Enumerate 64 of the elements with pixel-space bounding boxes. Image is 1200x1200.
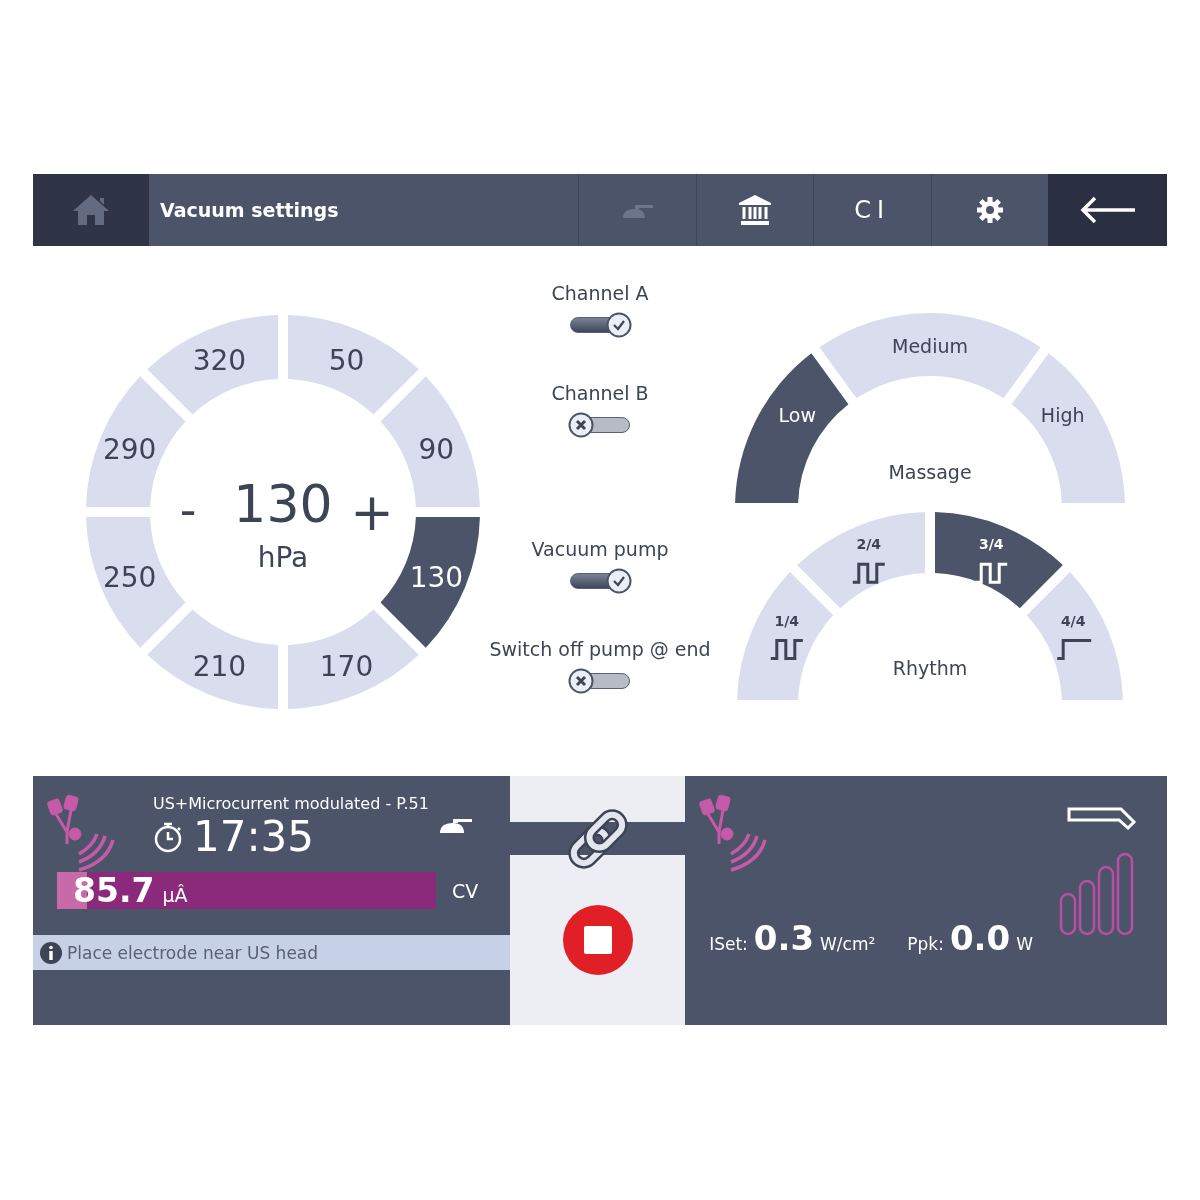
toggle-switch[interactable] [568,568,632,594]
current-value: 85.7 [72,871,155,910]
ppk-label: Ppk: [907,934,944,954]
pulse-wave-icon [975,562,1008,584]
rhythm-label: 2/4 [856,536,882,553]
massage-label: Low [778,404,816,427]
back-button[interactable] [1048,174,1167,246]
massage-segment[interactable] [735,353,849,503]
massage-title: Massage [888,461,972,483]
toggle-switch[interactable] [568,668,632,694]
iset-unit: W/cm² [820,934,876,954]
preset-label: 90 [418,433,455,467]
toggle-switch[interactable] [568,412,632,438]
step-wave-icon [1057,639,1092,661]
preset-label: 50 [328,343,365,377]
preset-label: 170 [319,650,374,684]
preset-label: 320 [192,343,247,377]
iset-value: 0.3 [753,918,815,958]
timer-display: 17:35 [193,813,315,861]
preset-segment[interactable] [147,609,278,709]
preset-segment[interactable] [86,517,186,648]
settings-icon [975,196,1004,224]
program-name: US+Microcurrent modulated - P.51 [153,794,430,813]
back-arrow-icon [1078,195,1137,225]
preset-segment[interactable] [288,609,419,709]
toggle-switch[interactable] [568,312,632,338]
rhythm-title: Rhythm [892,657,968,679]
rhythm-segment[interactable] [1026,572,1123,700]
museum-icon [737,194,772,226]
screen-title: Vacuum settings [159,198,340,223]
massage-label: High [1040,404,1085,427]
massage-label: Medium [892,335,968,357]
current-unit: μÂ [162,883,188,906]
rhythm-label: 1/4 [774,612,800,629]
minus-button[interactable]: - [179,483,197,537]
preset-label: 250 [102,560,157,594]
pressure-value: 130 [233,474,333,534]
switch-label: Switch off pump @ end [489,638,711,660]
switch-label: Vacuum pump [531,538,669,560]
rhythm-label: 4/4 [1060,612,1086,629]
pulse-wave-icon [770,639,803,661]
massage-segment[interactable] [819,313,1041,399]
preset-label: 130 [409,560,464,594]
iset-label: ISet: [709,934,748,954]
rhythm-segment[interactable] [797,512,925,609]
rhythm-segment[interactable] [737,572,834,700]
preset-label: 210 [192,650,247,684]
preset-segment[interactable] [147,315,278,415]
switch-label: Channel A [551,282,649,304]
home-icon [71,193,111,227]
plus-button[interactable]: + [350,482,394,542]
switch-label: Channel B [551,382,649,404]
pulse-wave-icon [852,562,885,584]
ppk-value: 0.0 [949,918,1011,958]
info-icon [39,940,63,965]
rhythm-segment[interactable] [935,512,1063,609]
preset-segment[interactable] [86,376,186,507]
info-message: Place electrode near US head [67,942,319,963]
preset-label: 290 [102,433,157,467]
ppk-unit: W [1016,934,1033,954]
mode-label: CV [452,879,479,902]
stopwatch-icon [153,821,183,853]
rhythm-label: 3/4 [978,536,1004,553]
pressure-unit: hPa [257,541,309,574]
